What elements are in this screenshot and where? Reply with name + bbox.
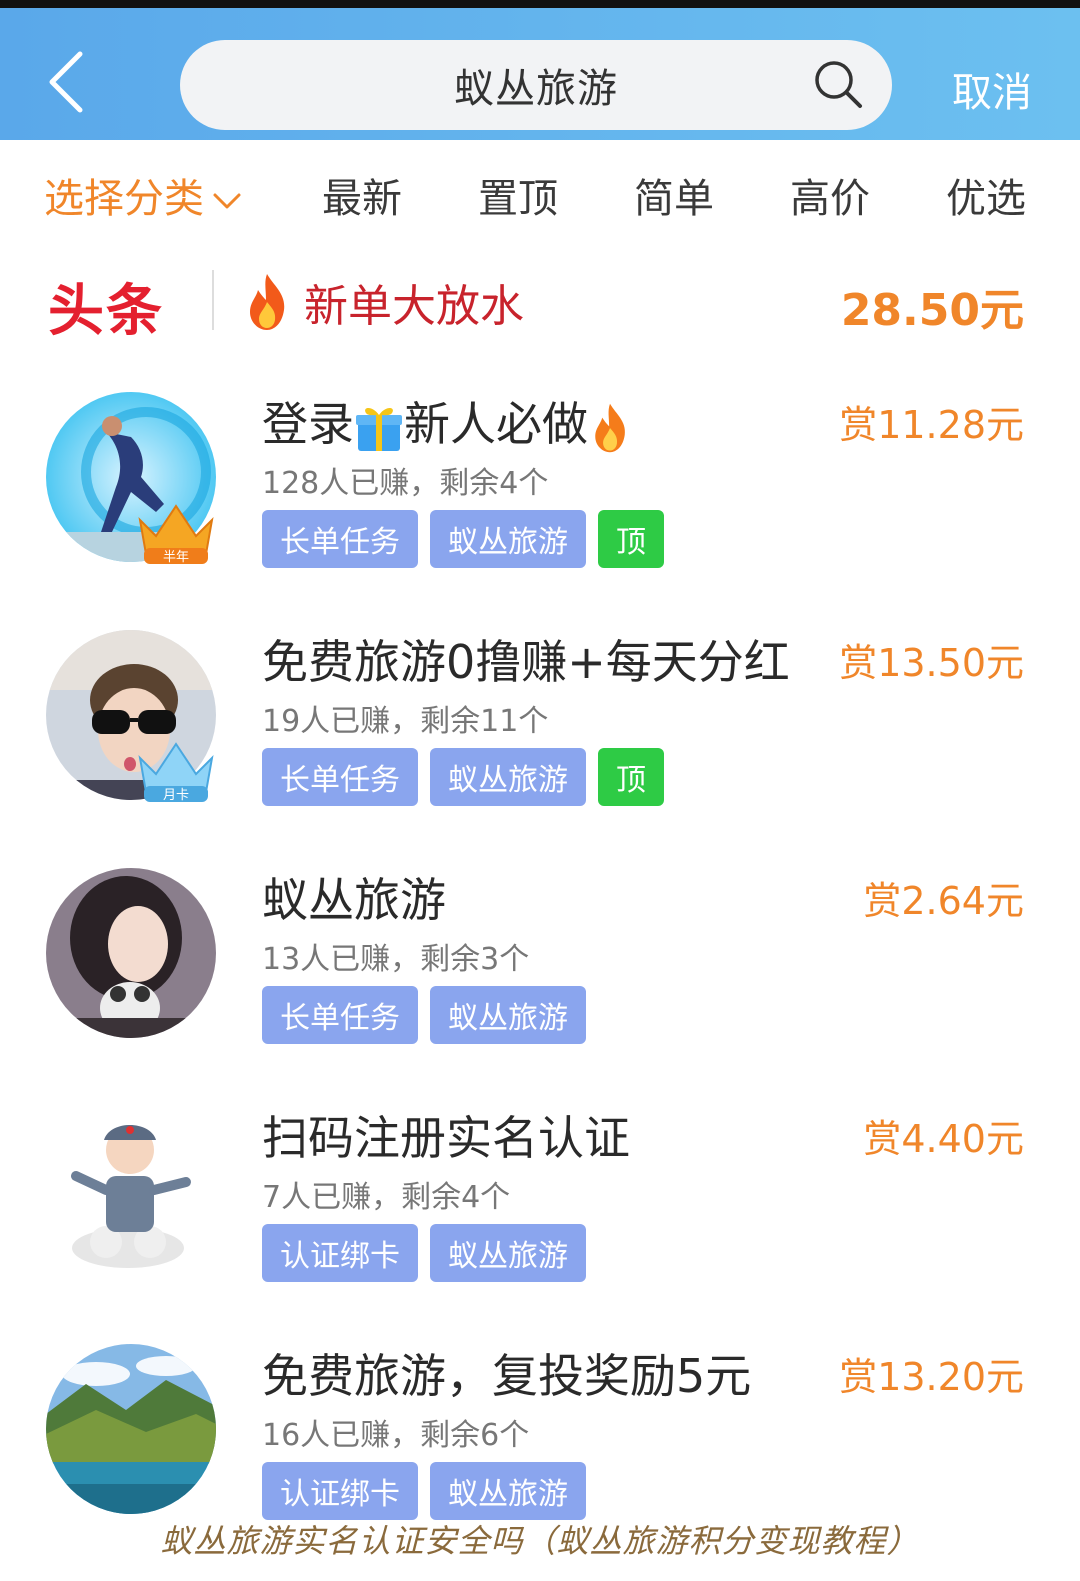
search-icon[interactable] bbox=[812, 58, 864, 110]
task-reward: 赏11.28元 bbox=[839, 403, 1024, 447]
gift-icon bbox=[356, 407, 402, 451]
chevron-down-icon bbox=[213, 193, 241, 209]
avatar bbox=[46, 1106, 216, 1276]
task-item[interactable]: 月卡 免费旅游0撸赚+每天分红 赏13.50元 19人已赚，剩余11个 长单任务… bbox=[0, 626, 1080, 846]
headline-text: 新单大放水 bbox=[304, 281, 524, 332]
watermark-caption: 蚁丛旅游实名认证安全吗（蚁丛旅游积分变现教程） bbox=[160, 1522, 920, 1560]
headline-logo: 头条 bbox=[48, 279, 164, 344]
task-title: 扫码注册实名认证 bbox=[262, 1111, 630, 1165]
fire-icon bbox=[595, 403, 625, 452]
tag-pinned: 顶 bbox=[598, 510, 664, 568]
back-button[interactable] bbox=[44, 50, 88, 114]
task-title: 登录 新人必做 bbox=[262, 388, 632, 454]
tag-pinned: 顶 bbox=[598, 748, 664, 806]
tab-pinned[interactable]: 置顶 bbox=[478, 166, 558, 224]
task-stats: 13人已赚，剩余3个 bbox=[262, 942, 530, 977]
tab-featured[interactable]: 优选 bbox=[946, 166, 1026, 224]
badge-label: 半年 bbox=[163, 550, 189, 565]
task-title: 免费旅游，复投奖励5元 bbox=[262, 1349, 752, 1403]
task-item[interactable]: 蚁丛旅游 赏2.64元 13人已赚，剩余3个 长单任务 蚁丛旅游 bbox=[0, 864, 1080, 1084]
task-reward: 赏4.40元 bbox=[863, 1117, 1024, 1161]
task-item[interactable]: 半年 登录 新人必做 赏11.28元 128人已赚，剩余4个 长单任务 蚁丛旅游… bbox=[0, 388, 1080, 608]
tag-type: 长单任务 bbox=[262, 510, 418, 568]
tag-type: 长单任务 bbox=[262, 986, 418, 1044]
tag-project: 蚁丛旅游 bbox=[430, 1224, 586, 1282]
avatar bbox=[46, 868, 216, 1038]
tag-project: 蚁丛旅游 bbox=[430, 986, 586, 1044]
top-bar: 蚁丛旅游 取消 bbox=[0, 0, 1080, 140]
task-tags: 认证绑卡 蚁丛旅游 bbox=[262, 1224, 586, 1282]
fire-icon bbox=[250, 274, 285, 330]
category-select[interactable]: 选择分类 bbox=[44, 166, 242, 224]
task-title: 免费旅游0撸赚+每天分红 bbox=[262, 635, 790, 689]
tag-type: 认证绑卡 bbox=[262, 1462, 418, 1520]
task-stats: 128人已赚，剩余4个 bbox=[262, 466, 549, 501]
tag-type: 长单任务 bbox=[262, 748, 418, 806]
cancel-button[interactable]: 取消 bbox=[952, 60, 1032, 118]
task-reward: 赏2.64元 bbox=[863, 879, 1024, 923]
tab-simple[interactable]: 简单 bbox=[634, 166, 714, 224]
tag-project: 蚁丛旅游 bbox=[430, 748, 586, 806]
search-query: 蚁丛旅游 bbox=[454, 66, 618, 112]
tag-project: 蚁丛旅游 bbox=[430, 510, 586, 568]
tag-project: 蚁丛旅游 bbox=[430, 1462, 586, 1520]
task-reward: 赏13.50元 bbox=[839, 641, 1024, 685]
chevron-left-icon bbox=[49, 51, 83, 113]
task-tags: 长单任务 蚁丛旅游 顶 bbox=[262, 510, 664, 568]
tab-latest[interactable]: 最新 bbox=[322, 166, 402, 224]
crown-badge-icon: 月卡 bbox=[138, 742, 214, 803]
tag-type: 认证绑卡 bbox=[262, 1224, 418, 1282]
task-stats: 16人已赚，剩余6个 bbox=[262, 1418, 530, 1453]
task-title-part-1: 登录 bbox=[262, 397, 354, 451]
category-label: 选择分类 bbox=[44, 176, 204, 222]
divider bbox=[212, 270, 214, 330]
task-stats: 19人已赚，剩余11个 bbox=[262, 704, 549, 739]
task-item[interactable]: 扫码注册实名认证 赏4.40元 7人已赚，剩余4个 认证绑卡 蚁丛旅游 bbox=[0, 1102, 1080, 1322]
task-stats: 7人已赚，剩余4个 bbox=[262, 1180, 511, 1215]
filter-bar: 选择分类 最新 置顶 简单 高价 优选 bbox=[0, 140, 1080, 250]
tab-high-price[interactable]: 高价 bbox=[790, 166, 870, 224]
task-reward: 赏13.20元 bbox=[839, 1355, 1024, 1399]
badge-label: 月卡 bbox=[163, 788, 189, 803]
task-title-part-2: 新人必做 bbox=[404, 397, 588, 451]
task-tags: 长单任务 蚁丛旅游 bbox=[262, 986, 586, 1044]
headline-banner[interactable]: 头条 新单大放水 28.50元 bbox=[0, 256, 1080, 356]
headline-price: 28.50元 bbox=[840, 285, 1024, 336]
crown-badge-icon: 半年 bbox=[138, 504, 214, 565]
task-tags: 认证绑卡 蚁丛旅游 bbox=[262, 1462, 586, 1520]
search-input[interactable]: 蚁丛旅游 bbox=[180, 40, 892, 130]
task-title: 蚁丛旅游 bbox=[262, 873, 446, 927]
avatar bbox=[46, 1344, 216, 1514]
task-tags: 长单任务 蚁丛旅游 顶 bbox=[262, 748, 664, 806]
